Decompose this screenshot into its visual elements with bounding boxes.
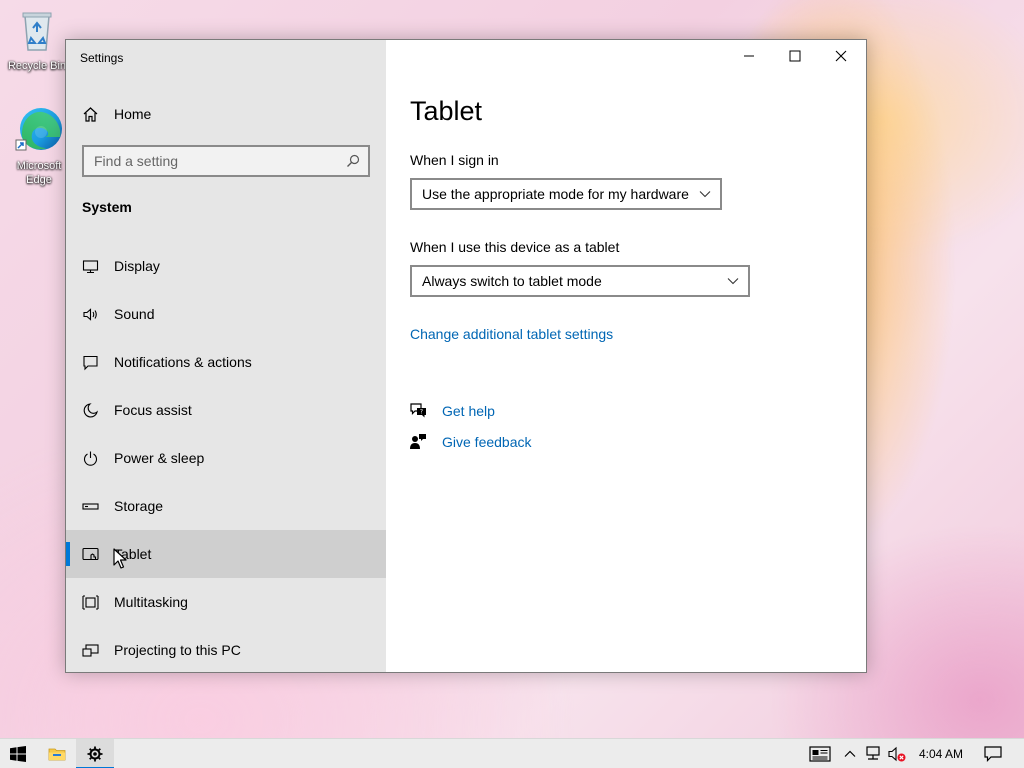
- sidebar-item-projecting[interactable]: Projecting to this PC: [66, 626, 386, 674]
- sidebar-item-label: Notifications & actions: [114, 354, 252, 370]
- taskbar: 4:04 AM: [0, 738, 1024, 768]
- sidebar-item-label: Focus assist: [114, 402, 192, 418]
- sidebar-item-power-sleep[interactable]: Power & sleep: [66, 434, 386, 482]
- sidebar-item-focus-assist[interactable]: Focus assist: [66, 386, 386, 434]
- desktop-icon-edge[interactable]: Microsoft Edge: [4, 106, 74, 187]
- give-feedback-link[interactable]: Give feedback: [442, 434, 532, 450]
- sidebar-item-label: Storage: [114, 498, 164, 514]
- sound-icon: [82, 306, 99, 323]
- sidebar-item-storage[interactable]: Storage: [66, 482, 386, 530]
- home-label: Home: [114, 106, 152, 122]
- desktop-icon-label: Recycle Bin: [7, 60, 67, 72]
- chevron-down-icon: [727, 278, 739, 285]
- tablet-icon: [82, 546, 99, 563]
- sidebar-item-label: Multitasking: [114, 594, 188, 610]
- close-icon: [835, 50, 847, 62]
- multitasking-icon: [82, 594, 99, 611]
- mouse-cursor-icon: [113, 548, 127, 569]
- settings-taskbar-button[interactable]: [76, 739, 114, 768]
- get-help-row[interactable]: ? Get help: [410, 402, 495, 419]
- maximize-button[interactable]: [772, 40, 818, 72]
- focus-assist-icon: [82, 402, 99, 419]
- action-center-icon: [984, 746, 1002, 762]
- desktop-icon-label: Microsoft Edge: [16, 160, 62, 186]
- maximize-icon: [789, 50, 801, 62]
- settings-window: Settings Home System Display: [65, 39, 867, 673]
- windows-logo-icon: [10, 746, 26, 762]
- file-explorer-button[interactable]: [38, 739, 76, 768]
- action-center-button[interactable]: [978, 739, 1008, 768]
- power-icon: [82, 450, 99, 467]
- tablet-mode-value: Always switch to tablet mode: [422, 273, 602, 289]
- section-title: System: [82, 199, 132, 215]
- news-icon: [809, 746, 831, 762]
- notifications-icon: [82, 354, 99, 371]
- sidebar-item-label: Power & sleep: [114, 450, 205, 466]
- main-content: Tablet When I sign in Use the appropriat…: [386, 40, 866, 672]
- clock[interactable]: 4:04 AM: [912, 739, 970, 768]
- page-title: Tablet: [410, 96, 483, 126]
- search-box[interactable]: [82, 145, 370, 177]
- feedback-icon: [410, 434, 426, 449]
- desktop-icon-recycle-bin[interactable]: Recycle Bin: [2, 8, 72, 73]
- sidebar: Settings Home System Display: [66, 40, 386, 672]
- tablet-mode-dropdown[interactable]: Always switch to tablet mode: [410, 265, 750, 297]
- gear-icon: [87, 746, 103, 762]
- svg-text:?: ?: [420, 409, 423, 416]
- sidebar-item-display[interactable]: Display: [66, 242, 386, 290]
- give-feedback-row[interactable]: Give feedback: [410, 433, 532, 450]
- close-button[interactable]: [818, 40, 864, 72]
- recycle-bin-icon: [22, 12, 52, 51]
- start-button[interactable]: [0, 739, 36, 768]
- get-help-link[interactable]: Get help: [442, 403, 495, 419]
- volume-button[interactable]: [886, 739, 908, 768]
- folder-icon: [48, 748, 66, 761]
- volume-muted-icon: [888, 746, 906, 762]
- sidebar-nav: Display Sound Notifications & actions Fo…: [66, 242, 386, 674]
- home-link[interactable]: Home: [82, 104, 151, 124]
- additional-tablet-settings-link[interactable]: Change additional tablet settings: [410, 326, 613, 342]
- search-icon: [347, 154, 360, 167]
- news-widget-button[interactable]: [806, 739, 834, 768]
- get-help-icon: ?: [410, 403, 426, 418]
- minimize-button[interactable]: [726, 40, 772, 72]
- sidebar-item-multitasking[interactable]: Multitasking: [66, 578, 386, 626]
- network-button[interactable]: [862, 739, 884, 768]
- network-icon: [866, 746, 880, 760]
- minimize-icon: [744, 55, 754, 57]
- projecting-icon: [82, 642, 99, 659]
- show-hidden-icons-button[interactable]: [840, 739, 860, 768]
- chevron-up-icon: [844, 750, 856, 757]
- signin-label: When I sign in: [410, 152, 499, 168]
- sidebar-item-label: Display: [114, 258, 160, 274]
- display-icon: [82, 258, 99, 275]
- edge-icon: [15, 108, 62, 151]
- home-icon: [83, 106, 98, 122]
- signin-mode-value: Use the appropriate mode for my hardware: [422, 186, 689, 202]
- storage-icon: [82, 498, 99, 515]
- sidebar-item-label: Sound: [114, 306, 155, 322]
- search-input[interactable]: [94, 153, 334, 169]
- sidebar-item-label: Projecting to this PC: [114, 642, 241, 658]
- chevron-down-icon: [699, 191, 711, 198]
- window-title: Settings: [80, 51, 124, 65]
- tablet-use-label: When I use this device as a tablet: [410, 239, 620, 255]
- signin-mode-dropdown[interactable]: Use the appropriate mode for my hardware: [410, 178, 722, 210]
- sidebar-item-notifications[interactable]: Notifications & actions: [66, 338, 386, 386]
- sidebar-item-sound[interactable]: Sound: [66, 290, 386, 338]
